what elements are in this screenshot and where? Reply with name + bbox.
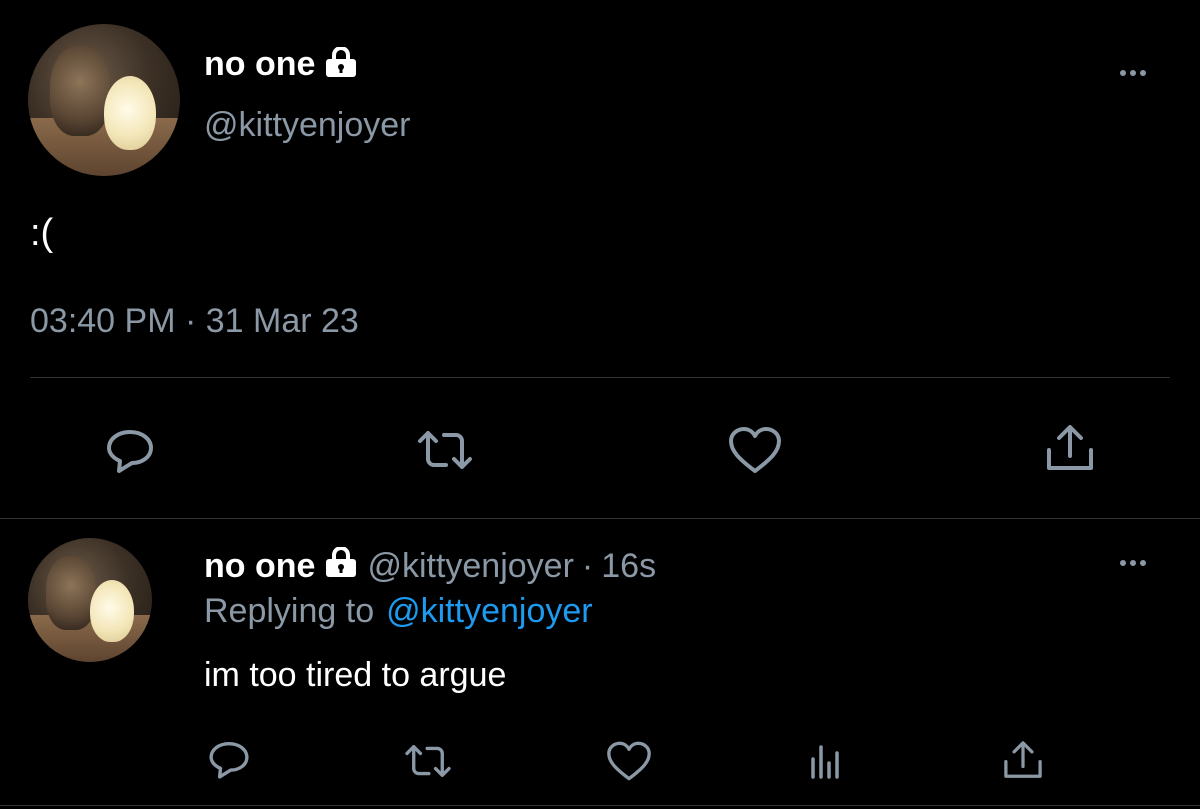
author-handle[interactable]: @kittyenjoyer <box>204 106 410 145</box>
reply-header-row: no one @kittyenjoyer · 16s <box>204 544 656 588</box>
reply-text: im too tired to argue <box>204 656 507 694</box>
retweet-icon[interactable] <box>398 736 458 786</box>
divider <box>0 805 1200 806</box>
more-options-icon[interactable] <box>1120 560 1146 566</box>
more-options-icon[interactable] <box>1120 70 1146 76</box>
analytics-icon[interactable] <box>800 736 850 786</box>
share-icon[interactable] <box>1040 418 1100 478</box>
share-icon[interactable] <box>998 734 1048 786</box>
lock-icon <box>323 545 359 586</box>
reply-separator: · <box>581 546 594 585</box>
like-icon[interactable] <box>725 420 785 480</box>
replying-to-label: Replying to <box>204 592 375 630</box>
reply-icon[interactable] <box>100 420 160 480</box>
author-display-name[interactable]: no one <box>204 45 315 84</box>
avatar-table <box>28 118 180 176</box>
avatar[interactable] <box>28 24 180 176</box>
reply-author-handle[interactable]: @kittyenjoyer <box>367 547 573 586</box>
tweet-text: :( <box>30 212 54 254</box>
avatar[interactable] <box>28 538 152 662</box>
avatar-lamp <box>104 76 156 150</box>
avatar-cat <box>46 556 96 630</box>
divider <box>0 518 1200 519</box>
lock-icon <box>323 45 359 82</box>
author-name-row: no one <box>204 42 359 86</box>
like-icon[interactable] <box>604 736 654 786</box>
reply-author-display-name[interactable]: no one <box>204 547 315 586</box>
reply-icon[interactable] <box>204 734 254 784</box>
avatar-cat <box>50 46 110 136</box>
tweet-timestamp[interactable]: 03:40 PM · 31 Mar 23 <box>30 302 359 341</box>
avatar-lamp <box>90 580 134 642</box>
replying-to-handle-link[interactable]: @kittyenjoyer <box>386 592 592 631</box>
replying-to-row: Replying to @kittyenjoyer <box>204 592 593 631</box>
retweet-icon[interactable] <box>410 420 480 480</box>
reply-age[interactable]: 16s <box>601 547 656 586</box>
divider <box>30 377 1170 378</box>
